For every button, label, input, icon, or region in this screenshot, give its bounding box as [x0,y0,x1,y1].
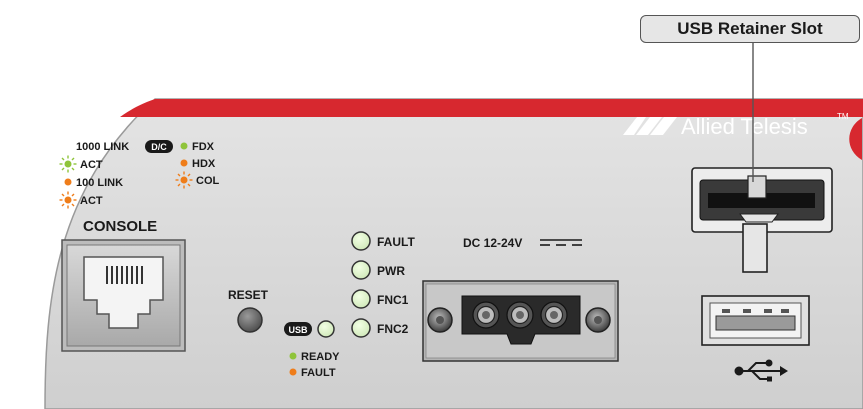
usb-retainer-slot-callout: USB Retainer Slot [640,15,860,43]
fault-led-icon [289,368,297,376]
act-blink-orange-icon [59,191,77,209]
legend-act-2: ACT [80,195,103,207]
fault-led-label: FAULT [377,235,415,249]
fault-led [351,231,371,251]
usb-port[interactable] [701,295,810,346]
brand-trademark: TM [837,112,849,121]
reset-label: RESET [228,288,269,302]
ready-led-icon [289,352,297,360]
legend-fdx: FDX [192,141,215,153]
fnc1-led-label: FNC1 [377,293,409,307]
reset-button[interactable] [237,307,263,333]
console-label: CONSOLE [83,218,157,235]
dc-power-label: DC 12-24V [463,236,522,250]
fdx-led-icon [180,142,188,150]
console-port[interactable] [61,239,186,352]
act-blink-green-icon [59,155,77,173]
fnc2-led-label: FNC2 [377,322,409,336]
fnc2-led [351,318,371,338]
legend-100-link: 100 LINK [76,177,123,189]
hdx-led-icon [180,159,188,167]
fnc1-led [351,289,371,309]
usb-fault-label: FAULT [301,367,336,379]
usb-ready-label: READY [301,351,340,363]
usb-badge-label: USB [288,325,308,335]
dc-badge: D/C [145,140,173,153]
legend-hdx: HDX [192,158,216,170]
dc-terminal-block[interactable] [422,280,619,362]
pwr-led [351,260,371,280]
brand-name: Allied Telesis [681,114,808,139]
dc-badge-label: D/C [151,142,167,152]
legend-col: COL [196,175,220,187]
usb-badge: USB [284,322,312,336]
usb-status-led [317,320,335,338]
pwr-led-label: PWR [377,264,405,278]
legend-1000-link: 1000 LINK [76,141,129,153]
col-blink-orange-icon [175,171,193,189]
legend-act-1: ACT [80,159,103,171]
100-link-led-icon [64,178,72,186]
